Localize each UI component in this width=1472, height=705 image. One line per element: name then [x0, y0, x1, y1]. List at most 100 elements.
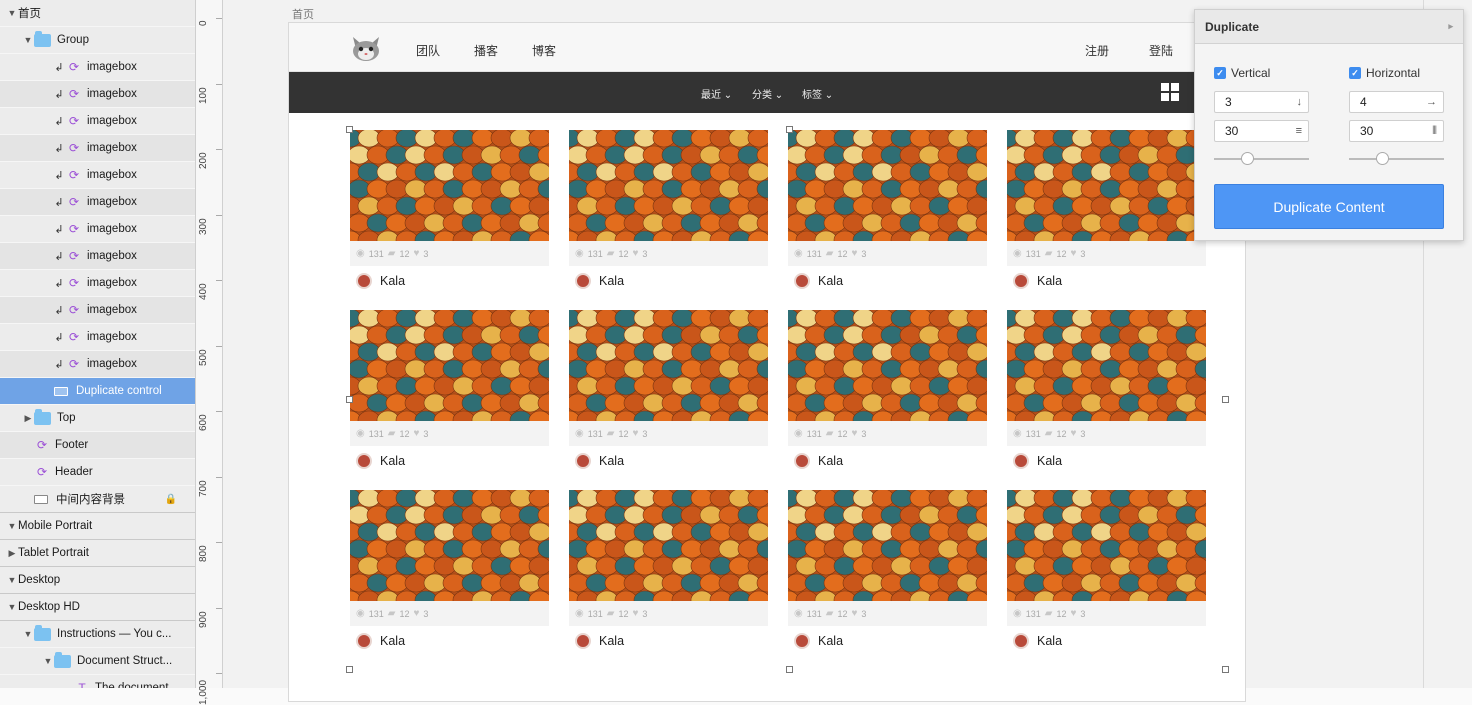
layer-row[interactable]: ▼ Instructions — You c...	[0, 621, 195, 648]
card-author[interactable]: Kala	[788, 446, 987, 476]
disclosure-closed-icon[interactable]: ▶	[6, 548, 18, 559]
layer-row[interactable]: ↲ ⟳ imagebox	[0, 162, 195, 189]
category-recent[interactable]: 最近 ⌄	[701, 86, 732, 101]
image-card[interactable]: ◉ 131 ▰ 12 ♥ 3 Kala	[569, 490, 768, 656]
disclosure-open-icon[interactable]: ▼	[22, 35, 34, 45]
selection-handle[interactable]	[346, 126, 353, 133]
layer-row[interactable]: ⟳ Header	[0, 459, 195, 486]
layer-row[interactable]: ▼ 首页	[0, 0, 195, 27]
slider-knob[interactable]	[1241, 152, 1255, 165]
card-author[interactable]: Kala	[788, 626, 987, 656]
layer-row[interactable]: ↲ ⟳ imagebox	[0, 108, 195, 135]
card-author[interactable]: Kala	[350, 446, 549, 476]
category-tags[interactable]: 标签 ⌄	[802, 86, 833, 101]
disclosure-closed-icon[interactable]: ▶	[22, 413, 34, 424]
card-author[interactable]: Kala	[788, 266, 987, 296]
image-card[interactable]: ◉ 131 ▰ 12 ♥ 3 Kala	[350, 310, 549, 476]
horizontal-count-field[interactable]: 4 →	[1349, 91, 1444, 113]
layer-row[interactable]: ↲ ⟳ imagebox	[0, 54, 195, 81]
layer-row[interactable]: ↲ ⟳ imagebox	[0, 135, 195, 162]
card-author[interactable]: Kala	[350, 626, 549, 656]
card-author[interactable]: Kala	[1007, 446, 1206, 476]
layer-row[interactable]: T The document	[0, 675, 195, 688]
card-image[interactable]	[350, 130, 549, 241]
artboard[interactable]: 团队 播客 博客 注册 登陆 最近 ⌄ 分类 ⌄ 标签 ⌄ ◉ 131 ▰ 12 ♥ 3 K…	[288, 22, 1246, 702]
layer-row[interactable]: ↲ ⟳ imagebox	[0, 189, 195, 216]
selection-handle[interactable]	[1222, 666, 1229, 673]
nav-link-blog[interactable]: 博客	[532, 42, 556, 59]
card-image[interactable]	[788, 490, 987, 601]
layer-row[interactable]: ↲ ⟳ imagebox	[0, 270, 195, 297]
image-card[interactable]: ◉ 131 ▰ 12 ♥ 3 Kala	[788, 310, 987, 476]
image-card[interactable]: ◉ 131 ▰ 12 ♥ 3 Kala	[1007, 130, 1206, 296]
nav-link-register[interactable]: 注册	[1085, 42, 1109, 59]
image-card[interactable]: ◉ 131 ▰ 12 ♥ 3 Kala	[788, 130, 987, 296]
selection-handle[interactable]	[1222, 396, 1229, 403]
card-image[interactable]	[350, 310, 549, 421]
image-card[interactable]: ◉ 131 ▰ 12 ♥ 3 Kala	[350, 490, 549, 656]
image-card[interactable]: ◉ 131 ▰ 12 ♥ 3 Kala	[1007, 310, 1206, 476]
vertical-checkbox[interactable]: ✓ Vertical	[1214, 66, 1270, 80]
layer-row[interactable]: ▶ Top	[0, 405, 195, 432]
disclosure-open-icon[interactable]: ▼	[22, 629, 34, 639]
card-image[interactable]	[1007, 130, 1206, 241]
nav-link-team[interactable]: 团队	[416, 42, 440, 59]
card-image[interactable]	[1007, 310, 1206, 421]
layer-row[interactable]: ▼ Mobile Portrait	[0, 513, 195, 540]
category-sort[interactable]: 分类 ⌄	[752, 86, 783, 101]
card-image[interactable]	[788, 310, 987, 421]
grid-view-icon[interactable]	[1161, 83, 1179, 101]
image-card[interactable]: ◉ 131 ▰ 12 ♥ 3 Kala	[350, 130, 549, 296]
layer-row[interactable]: ▼ Document Struct...	[0, 648, 195, 675]
lock-icon[interactable]: 🔒	[165, 494, 177, 505]
horizontal-spacing-slider[interactable]	[1349, 152, 1444, 165]
image-card[interactable]: ◉ 131 ▰ 12 ♥ 3 Kala	[788, 490, 987, 656]
selection-handle[interactable]	[786, 666, 793, 673]
cat-logo-icon[interactable]	[349, 33, 383, 63]
card-author[interactable]: Kala	[350, 266, 549, 296]
disclosure-open-icon[interactable]: ▼	[6, 575, 18, 585]
card-image[interactable]	[569, 130, 768, 241]
disclosure-open-icon[interactable]: ▼	[42, 656, 54, 666]
slider-knob[interactable]	[1376, 152, 1390, 165]
card-image[interactable]	[1007, 490, 1206, 601]
card-image[interactable]	[788, 130, 987, 241]
vertical-spacing-slider[interactable]	[1214, 152, 1309, 165]
card-author[interactable]: Kala	[1007, 626, 1206, 656]
card-author[interactable]: Kala	[569, 626, 768, 656]
layer-row[interactable]: ↲ ⟳ imagebox	[0, 324, 195, 351]
image-card[interactable]: ◉ 131 ▰ 12 ♥ 3 Kala	[569, 130, 768, 296]
nav-link-login[interactable]: 登陆	[1149, 42, 1173, 59]
layer-row[interactable]: ▼ Group	[0, 27, 195, 54]
horizontal-spacing-field[interactable]: 30 ⦀	[1349, 120, 1444, 142]
card-image[interactable]	[350, 490, 549, 601]
layer-row[interactable]: ⟳ Footer	[0, 432, 195, 459]
layer-row[interactable]: ▼ Desktop HD	[0, 594, 195, 621]
image-card[interactable]: ◉ 131 ▰ 12 ♥ 3 Kala	[1007, 490, 1206, 656]
card-author[interactable]: Kala	[569, 266, 768, 296]
selection-handle[interactable]	[786, 126, 793, 133]
vertical-count-field[interactable]: 3 ↓	[1214, 91, 1309, 113]
layer-row[interactable]: ↲ ⟳ imagebox	[0, 243, 195, 270]
duplicate-content-button[interactable]: Duplicate Content	[1214, 184, 1444, 229]
layer-row[interactable]: ↲ ⟳ imagebox	[0, 297, 195, 324]
card-image[interactable]	[569, 490, 768, 601]
nav-link-podcast[interactable]: 播客	[474, 42, 498, 59]
layer-row[interactable]: 中间内容背景 🔒	[0, 486, 195, 513]
layer-row[interactable]: ▶ Tablet Portrait	[0, 540, 195, 567]
layer-row[interactable]: ↲ ⟳ imagebox	[0, 351, 195, 378]
layer-row[interactable]: Duplicate control	[0, 378, 195, 405]
disclosure-open-icon[interactable]: ▼	[6, 521, 18, 531]
selection-handle[interactable]	[346, 396, 353, 403]
vertical-spacing-field[interactable]: 30 ≡	[1214, 120, 1309, 142]
artboard-label[interactable]: 首页	[292, 6, 314, 22]
layer-row[interactable]: ↲ ⟳ imagebox	[0, 216, 195, 243]
selection-handle[interactable]	[346, 666, 353, 673]
card-author[interactable]: Kala	[1007, 266, 1206, 296]
layer-row[interactable]: ↲ ⟳ imagebox	[0, 81, 195, 108]
card-image[interactable]	[569, 310, 768, 421]
image-card[interactable]: ◉ 131 ▰ 12 ♥ 3 Kala	[569, 310, 768, 476]
layer-row[interactable]: ▼ Desktop	[0, 567, 195, 594]
horizontal-checkbox[interactable]: ✓ Horizontal	[1349, 66, 1420, 80]
disclosure-open-icon[interactable]: ▼	[6, 8, 18, 18]
